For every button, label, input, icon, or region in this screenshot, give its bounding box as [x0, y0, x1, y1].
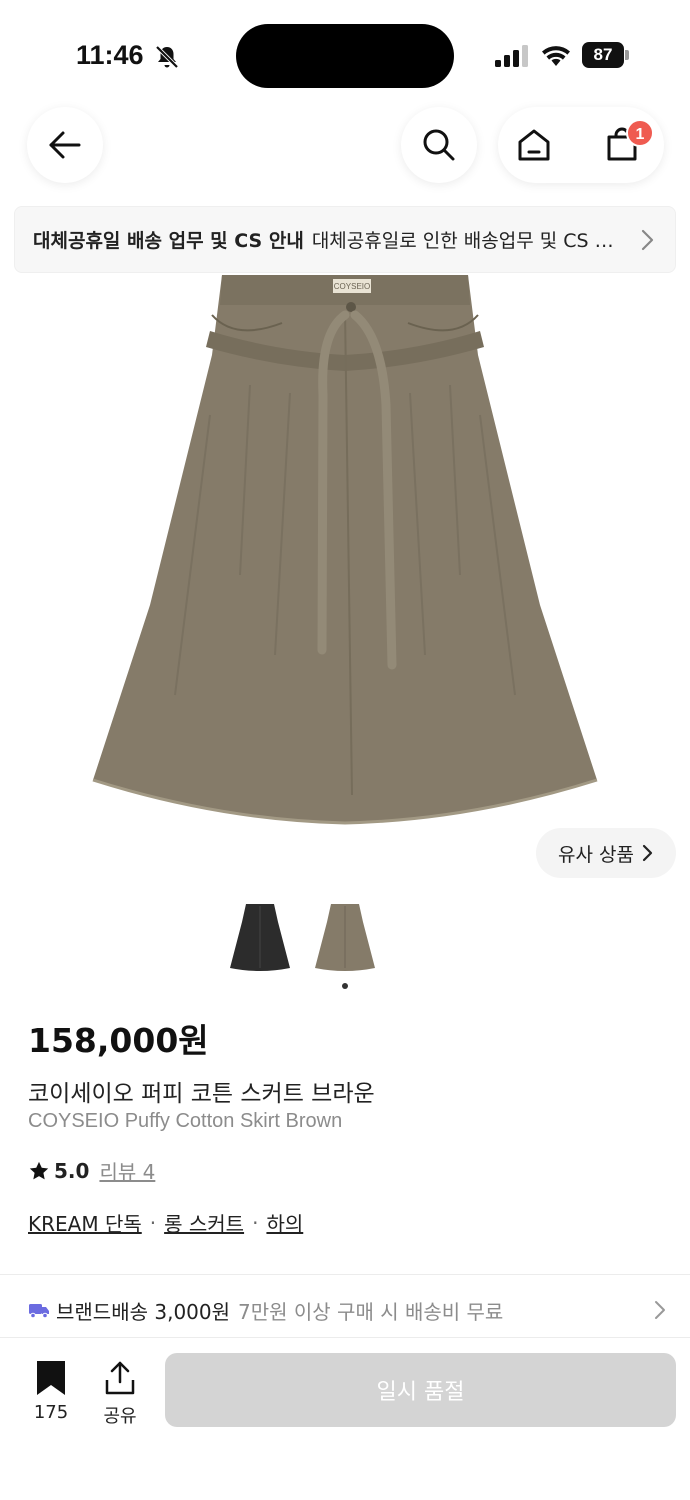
product-price: 158,000원: [28, 1021, 209, 1060]
product-image[interactable]: COYSEIO: [0, 275, 690, 875]
chevron-right-icon: [641, 229, 654, 250]
gallery-dot-indicator: [342, 983, 348, 989]
battery-indicator: 87: [582, 42, 630, 68]
shipping-note: 7만원 이상 구매 시 배송비 무료: [238, 1299, 504, 1324]
bookmark-count: 175: [33, 1402, 69, 1423]
category-tags: KREAM 단독 · 롱 스커트 · 하의: [28, 1208, 303, 1237]
sold-out-button[interactable]: 일시 품절: [165, 1353, 676, 1427]
tag-kream-exclusive[interactable]: KREAM 단독: [28, 1208, 142, 1237]
rating-row: 5.0 리뷰 4: [28, 1156, 155, 1185]
notice-title: 대체공휴일 배송 업무 및 CS 안내: [33, 230, 304, 252]
bookmark-button[interactable]: 175: [26, 1358, 76, 1423]
chevron-right-icon: [642, 844, 653, 862]
nav-actions-group: 1: [498, 107, 664, 183]
share-icon: [105, 1361, 135, 1395]
bookmark-icon: [37, 1361, 65, 1395]
search-icon: [423, 129, 455, 161]
search-button[interactable]: [401, 107, 477, 183]
battery-level: 87: [582, 42, 624, 68]
share-button[interactable]: 공유: [94, 1358, 146, 1428]
home-icon: [518, 129, 550, 161]
star-icon: [29, 1161, 49, 1179]
dynamic-island: [236, 24, 454, 88]
shipping-info-row[interactable]: 브랜드배송 3,000원 7만원 이상 구매 시 배송비 무료: [28, 1290, 668, 1330]
similar-products-button[interactable]: 유사 상품: [536, 828, 676, 878]
similar-products-label: 유사 상품: [558, 843, 634, 866]
truck-icon: [29, 1304, 49, 1319]
cart-count-badge: 1: [626, 119, 654, 147]
chevron-right-icon: [655, 1301, 665, 1319]
thumbnail-black-skirt[interactable]: [228, 900, 292, 972]
home-button[interactable]: [514, 125, 554, 165]
status-time: 11:46: [76, 40, 144, 70]
brand-label-tag: COYSEIO: [334, 282, 370, 291]
signal-icon: [495, 45, 528, 67]
arrow-left-icon: [49, 131, 81, 159]
wifi-icon: [542, 46, 570, 66]
bottom-action-bar: 175 공유 일시 품절: [0, 1338, 690, 1500]
notice-banner[interactable]: 대체공휴일 배송 업무 및 CS 안내 대체공휴일로 인한 배송업무 및 CS …: [14, 206, 676, 273]
status-bar: 11:46 87: [0, 0, 690, 100]
rating-value: 5.0: [54, 1158, 90, 1183]
thumbnail-brown-skirt[interactable]: [313, 900, 377, 972]
back-button[interactable]: [27, 107, 103, 183]
notice-text: 대체공휴일로 인한 배송업무 및 CS 운영 안내: [311, 230, 623, 252]
bell-muted-icon: [155, 45, 179, 69]
product-name-english: COYSEIO Puffy Cotton Skirt Brown: [28, 1110, 343, 1132]
tag-long-skirt[interactable]: 롱 스커트: [164, 1208, 244, 1237]
share-label: 공유: [103, 1406, 137, 1427]
tag-separator: ·: [149, 1210, 157, 1235]
tag-bottoms[interactable]: 하의: [266, 1208, 303, 1237]
tag-separator: ·: [252, 1210, 259, 1235]
divider: [0, 1274, 690, 1275]
shipping-label: 브랜드배송 3,000원: [56, 1299, 231, 1324]
review-link[interactable]: 리뷰 4: [99, 1156, 155, 1185]
product-name-korean: 코이세이오 퍼피 코튼 스커트 브라운: [28, 1081, 375, 1107]
